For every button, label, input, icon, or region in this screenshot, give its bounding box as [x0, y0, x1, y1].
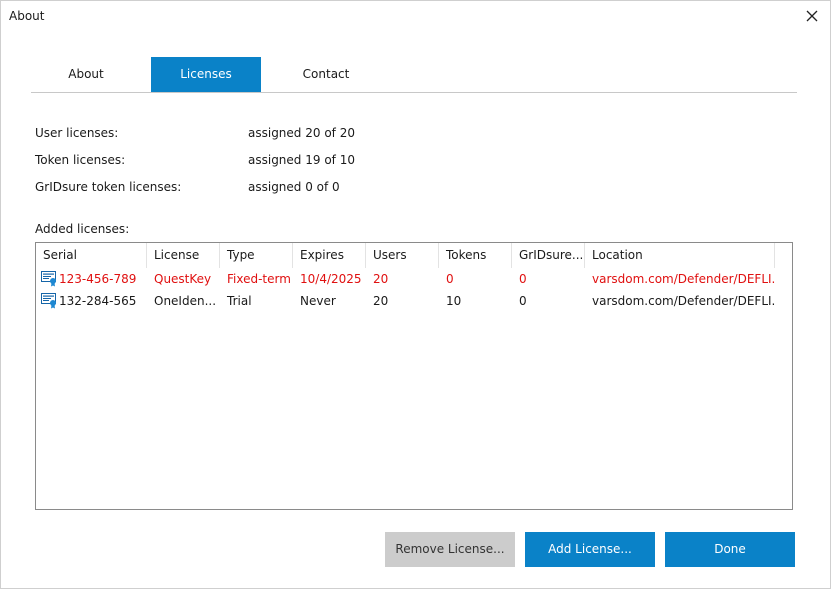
- token-licenses-value: assigned 19 of 10: [248, 153, 355, 167]
- gridsure-cell: 0: [519, 294, 527, 308]
- license-cell: QuestKey: [154, 272, 212, 286]
- token-licenses-label: Token licenses:: [35, 153, 126, 167]
- about-dialog: About About Licenses Contact User licens…: [0, 0, 831, 589]
- tab-bar: About Licenses Contact: [31, 57, 797, 93]
- gridsure-licenses-label: GrIDsure token licenses:: [35, 180, 182, 194]
- column-header-tokens[interactable]: Tokens: [439, 243, 512, 268]
- license-cell: OneIden...: [154, 294, 217, 308]
- gridsure-cell: 0: [519, 272, 527, 286]
- tokens-cell: 10: [446, 294, 462, 308]
- user-licenses-label: User licenses:: [35, 126, 119, 140]
- licenses-list[interactable]: Serial License Type Expires Users Tokens…: [35, 242, 793, 510]
- type-cell: Trial: [227, 294, 252, 308]
- serial-value: 132-284-565: [59, 294, 137, 308]
- add-license-button[interactable]: Add License...: [525, 532, 655, 567]
- column-header-license[interactable]: License: [147, 243, 220, 268]
- column-header-users[interactable]: Users: [366, 243, 439, 268]
- list-header: Serial License Type Expires Users Tokens…: [36, 243, 792, 268]
- table-row[interactable]: 132-284-565 OneIden... Trial Never 20 10…: [36, 290, 792, 312]
- tab-about[interactable]: About: [31, 57, 141, 92]
- certificate-icon: [41, 293, 58, 309]
- type-cell: Fixed-term: [227, 272, 291, 286]
- table-row[interactable]: 123-456-789 QuestKey Fixed-term 10/4/202…: [36, 268, 792, 290]
- gridsure-licenses-value: assigned 0 of 0: [248, 180, 340, 194]
- serial-value: 123-456-789: [59, 272, 137, 286]
- added-licenses-label: Added licenses:: [35, 222, 130, 236]
- window-title: About: [9, 9, 45, 23]
- expires-cell: 10/4/2025: [300, 272, 362, 286]
- tokens-cell: 0: [446, 272, 454, 286]
- remove-license-button[interactable]: Remove License...: [385, 532, 515, 567]
- serial-cell: 132-284-565: [36, 290, 147, 312]
- users-cell: 20: [373, 294, 389, 308]
- column-header-expires[interactable]: Expires: [293, 243, 366, 268]
- column-header-location[interactable]: Location: [585, 243, 775, 268]
- tab-contact[interactable]: Contact: [271, 57, 381, 92]
- users-cell: 20: [373, 272, 389, 286]
- column-header-gridsure[interactable]: GrIDsure...: [512, 243, 585, 268]
- close-icon[interactable]: [801, 5, 823, 27]
- expires-cell: Never: [300, 294, 336, 308]
- column-header-type[interactable]: Type: [220, 243, 293, 268]
- serial-cell: 123-456-789: [36, 268, 147, 290]
- done-button[interactable]: Done: [665, 532, 795, 567]
- location-cell: varsdom.com/Defender/DEFLI...: [592, 294, 775, 308]
- tab-licenses[interactable]: Licenses: [151, 57, 261, 92]
- user-licenses-value: assigned 20 of 20: [248, 126, 355, 140]
- certificate-icon: [41, 271, 58, 287]
- location-cell: varsdom.com/Defender/DEFLI...: [592, 272, 775, 286]
- column-header-serial[interactable]: Serial: [36, 243, 147, 268]
